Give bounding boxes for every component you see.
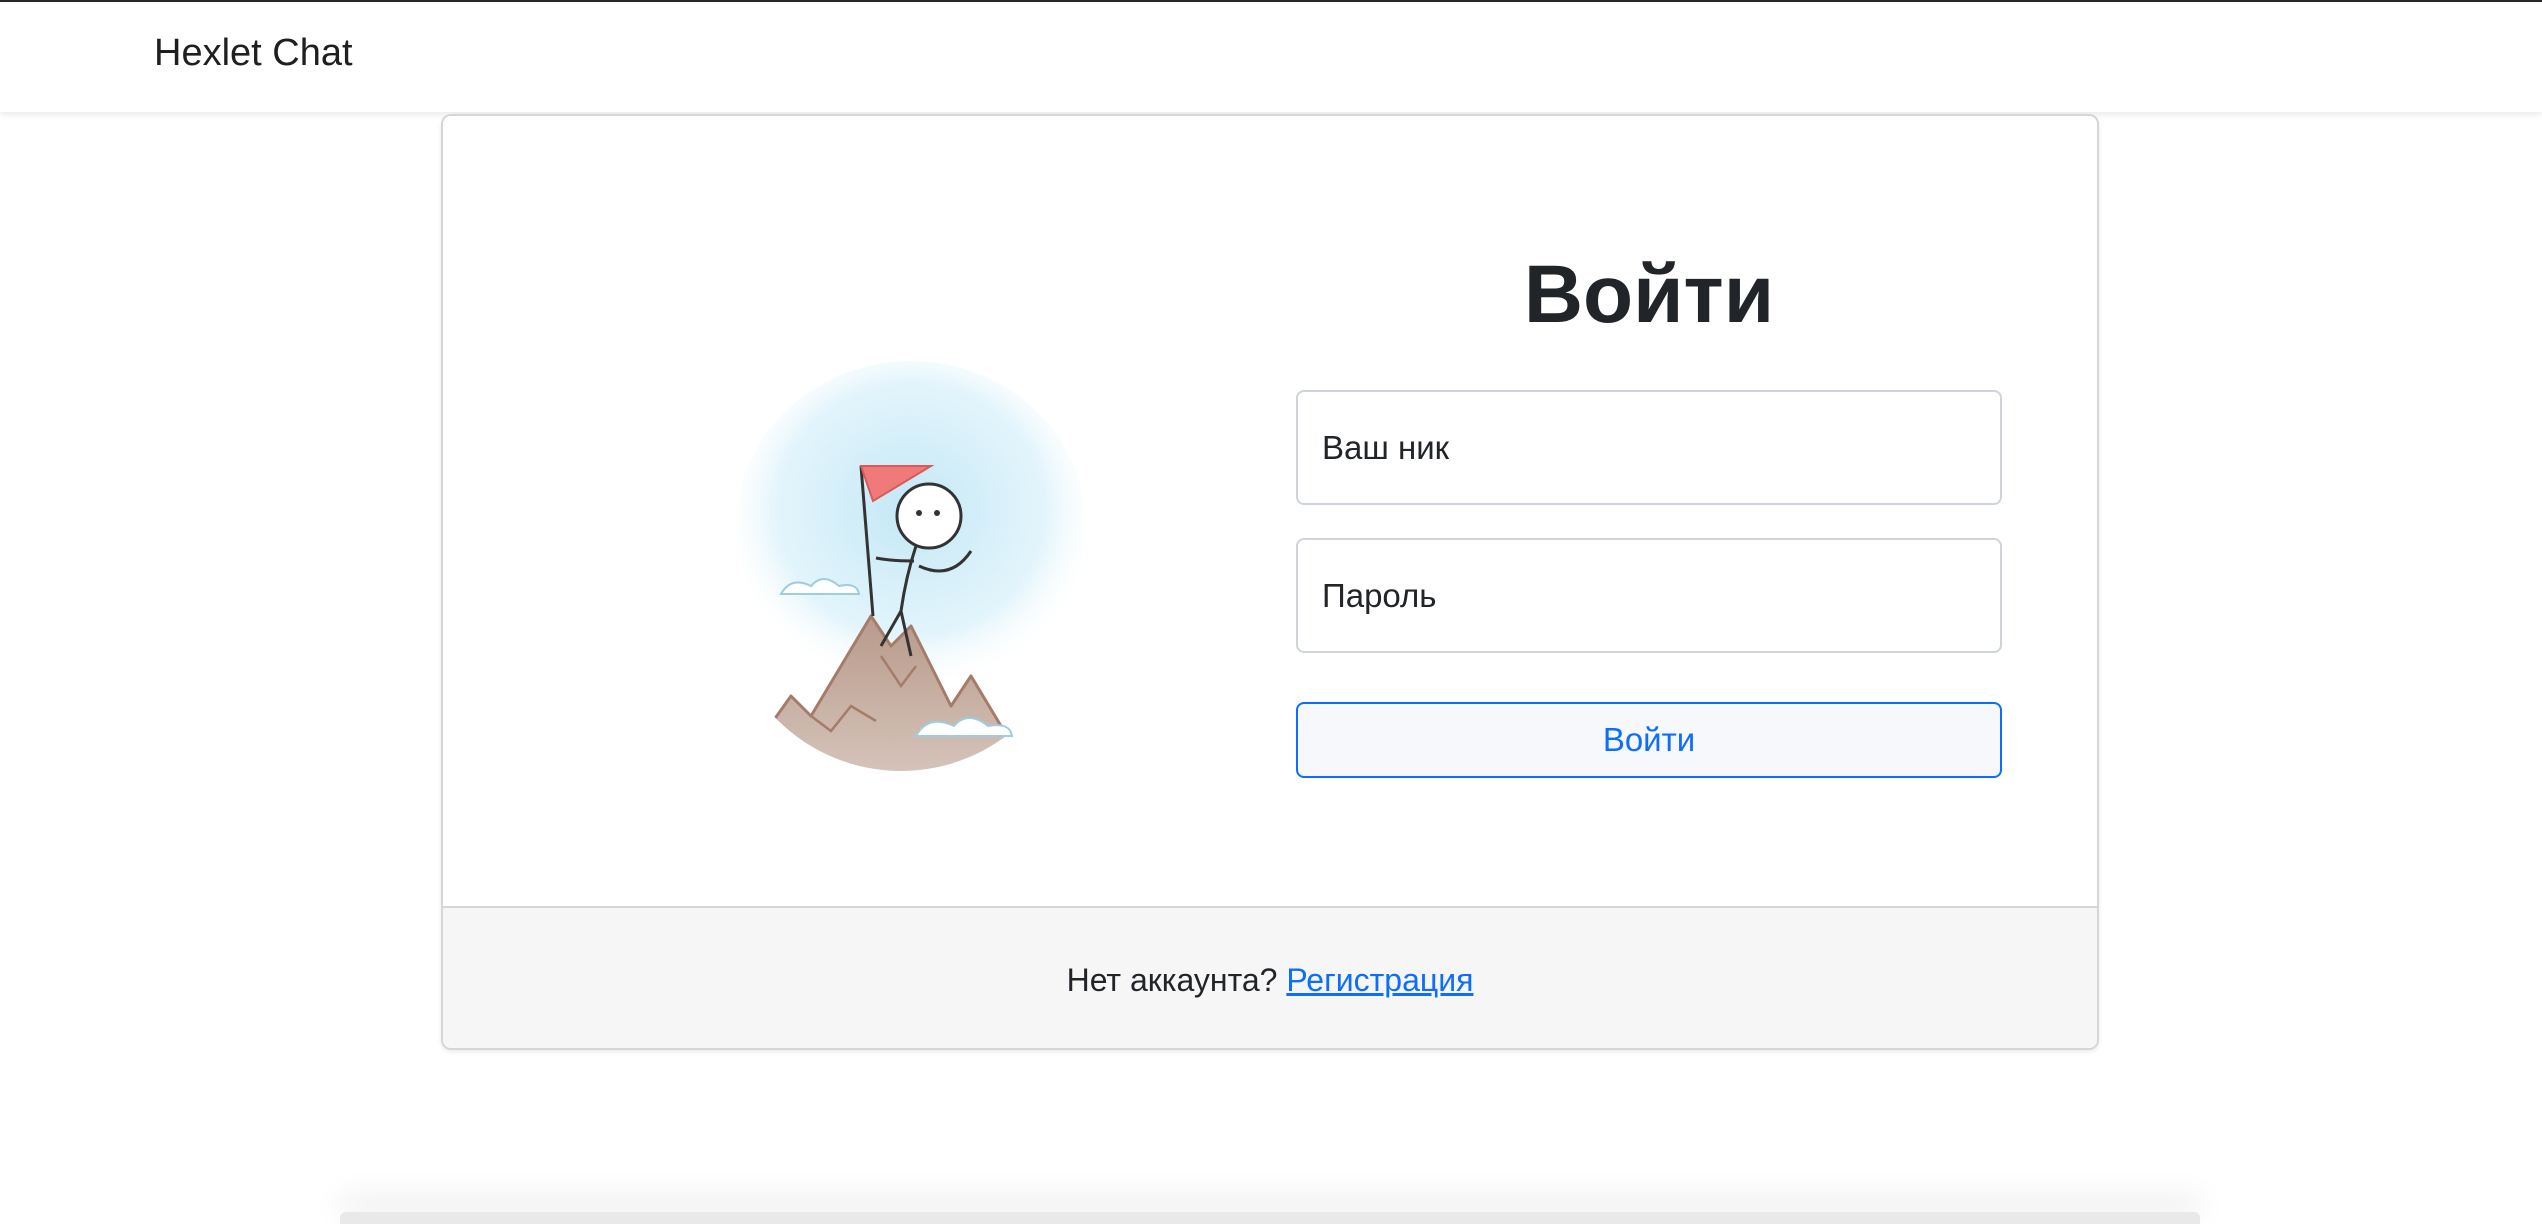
no-account-text: Нет аккаунта? bbox=[1066, 962, 1287, 998]
password-input[interactable] bbox=[1298, 540, 2000, 651]
login-title: Войти bbox=[1523, 249, 1775, 340]
nickname-input[interactable] bbox=[1298, 392, 2000, 503]
login-submit-button[interactable]: Войти bbox=[1296, 702, 2002, 778]
password-field-wrapper bbox=[1296, 538, 2002, 653]
card-body: Войти Войти bbox=[443, 116, 2097, 906]
background-panel-edge bbox=[340, 1212, 2200, 1224]
mountain-climber-illustration bbox=[736, 361, 1086, 771]
brand-link[interactable]: Hexlet Chat bbox=[154, 32, 353, 75]
card-footer: Нет аккаунта? Регистрация bbox=[443, 906, 2097, 1048]
nickname-field-wrapper bbox=[1296, 390, 2002, 505]
navbar: Hexlet Chat bbox=[0, 2, 2542, 112]
page: Hexlet Chat Войти Ваш ник Войти Нет акка… bbox=[0, 0, 2542, 1224]
signup-link[interactable]: Регистрация bbox=[1286, 962, 1473, 998]
login-card: Войти Войти Нет аккаунта? Регистрация bbox=[441, 114, 2099, 1050]
stick-figure-head bbox=[895, 482, 963, 550]
